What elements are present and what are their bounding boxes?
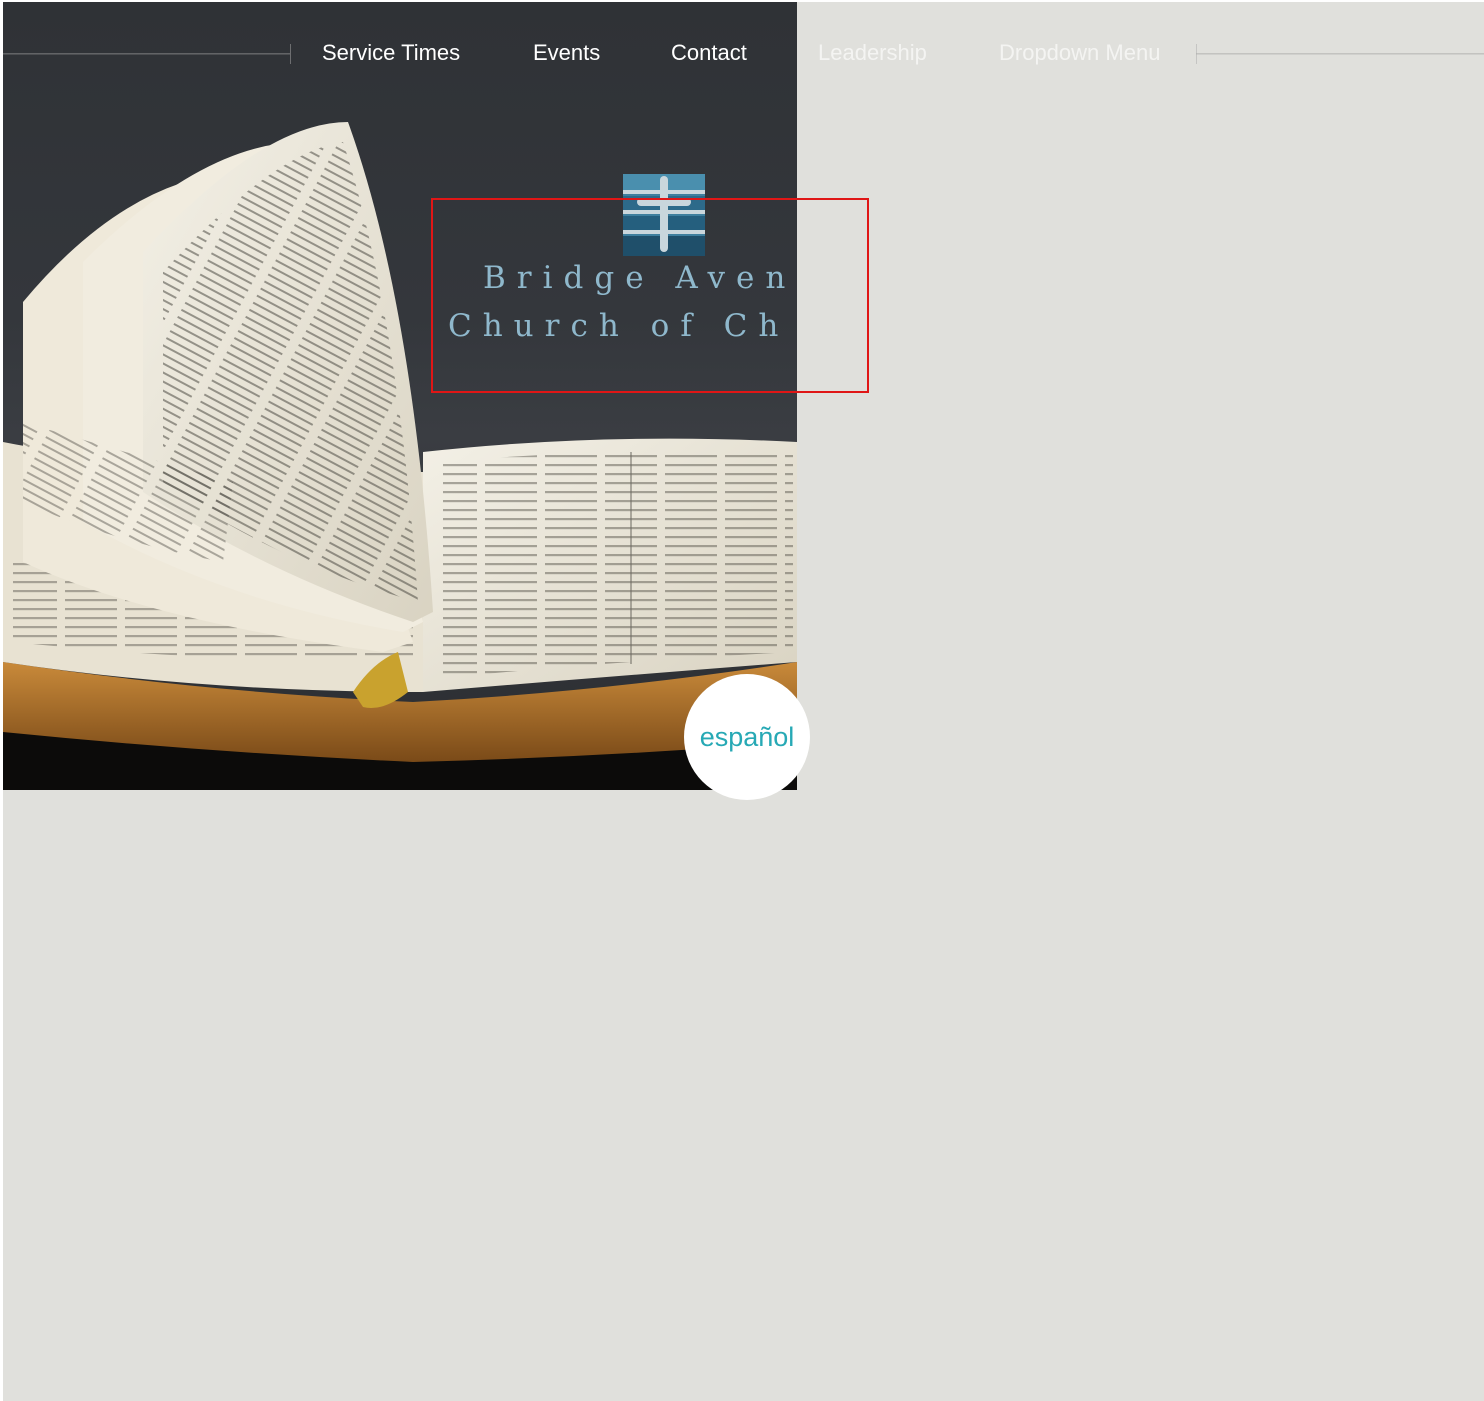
logo-line-2: Church of Ch bbox=[448, 308, 790, 344]
page: Service Times Events Contact Leadership … bbox=[3, 2, 1484, 1401]
nav-leadership[interactable]: Leadership bbox=[818, 40, 927, 66]
logo-line-1: Bridge Aven bbox=[483, 260, 797, 296]
nav-right-rule bbox=[1196, 53, 1484, 55]
nav-dropdown-menu[interactable]: Dropdown Menu bbox=[999, 40, 1160, 66]
language-espanol-button[interactable]: español bbox=[684, 674, 810, 800]
logo[interactable]: Bridge Aven Church of Ch bbox=[3, 2, 797, 790]
language-espanol-label: español bbox=[699, 721, 795, 752]
nav-right-tick bbox=[1196, 44, 1197, 64]
cross-bridge-logo-icon bbox=[623, 174, 705, 256]
